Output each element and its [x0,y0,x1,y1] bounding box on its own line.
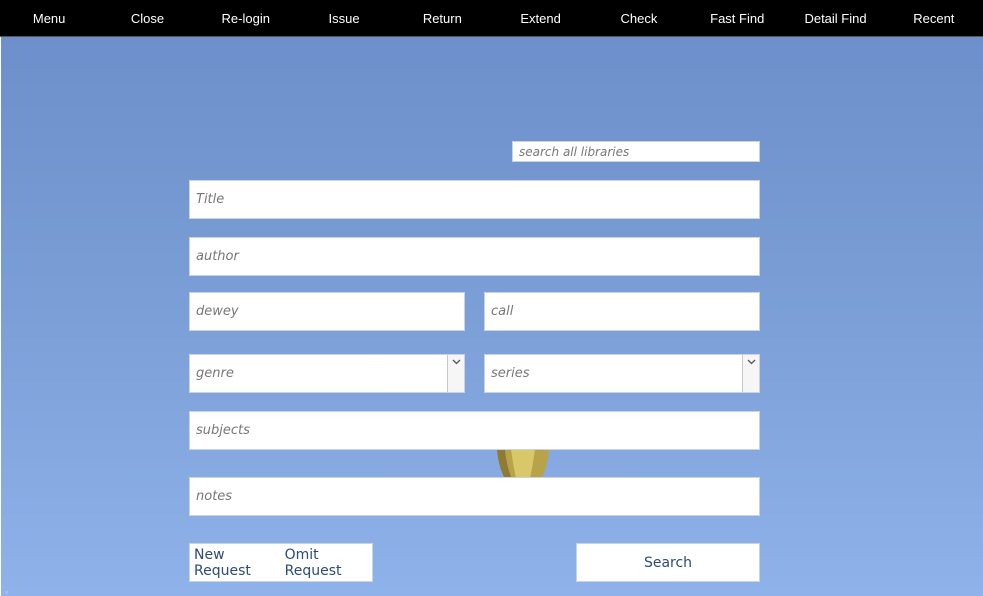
chevron-down-icon[interactable] [742,355,759,392]
subjects-input[interactable] [189,411,760,450]
nav-detail-find[interactable]: Detail Find [786,0,884,36]
genre-select[interactable]: genre [189,354,465,393]
nav-issue[interactable]: Issue [295,0,393,36]
nav-close[interactable]: Close [98,0,196,36]
nav-check[interactable]: Check [590,0,688,36]
nav-return[interactable]: Return [393,0,491,36]
nav-extend[interactable]: Extend [491,0,589,36]
nav-relogin[interactable]: Re-login [197,0,295,36]
chevron-down-icon[interactable] [447,355,464,392]
request-buttons: New Request Omit Request [189,543,373,582]
genre-select-value: genre [196,366,234,381]
series-select-value: series [491,366,530,381]
search-all-libraries-input[interactable] [512,141,760,162]
nav-fast-find[interactable]: Fast Find [688,0,786,36]
search-button-label: Search [643,554,693,571]
top-navigation-bar: Menu Close Re-login Issue Return Extend … [0,0,983,37]
author-input[interactable] [189,237,760,276]
main-content-area: · genre series New Request Omit Request … [1,37,983,596]
series-select[interactable]: series [484,354,760,393]
dewey-input[interactable] [189,292,465,331]
nav-menu[interactable]: Menu [0,0,98,36]
background-watermark: · [3,579,11,596]
new-request-button[interactable]: New Request [194,547,278,579]
notes-input[interactable] [189,477,760,516]
nav-recent[interactable]: Recent [885,0,983,36]
search-button[interactable]: Search [576,543,760,582]
call-input[interactable] [484,292,760,331]
title-input[interactable] [189,180,760,219]
omit-request-button[interactable]: Omit Request [285,547,372,579]
